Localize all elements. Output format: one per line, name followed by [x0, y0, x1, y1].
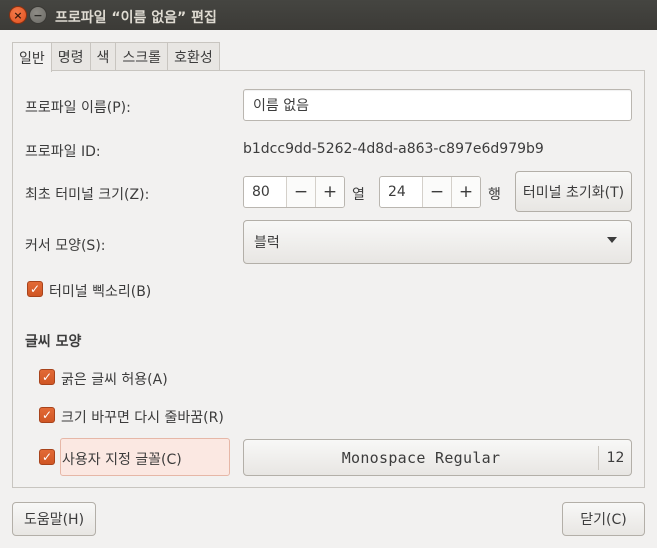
text-appearance-heading: 글씨 모양 [25, 334, 82, 350]
columns-unit-label: 열 [352, 187, 365, 203]
font-chooser-button[interactable]: Monospace Regular 12 [243, 439, 632, 476]
rewrap-label[interactable]: 크기 바꾸면 다시 줄바꿈(R) [61, 407, 224, 427]
profile-name-label: 프로파일 이름(P): [25, 100, 131, 116]
rows-value[interactable]: 24 [380, 177, 422, 207]
window-title: 프로파일 “이름 없음” 편집 [55, 10, 217, 26]
allow-bold-label[interactable]: 굵은 글씨 허용(A) [61, 369, 168, 389]
columns-spinbutton[interactable]: 80 − + [243, 176, 345, 208]
tab-compatibility[interactable]: 호환성 [167, 42, 220, 71]
profile-id-value: b1dcc9dd-5262-4d8d-a863-c897e6d979b9 [243, 141, 544, 157]
tab-command[interactable]: 명령 [50, 42, 91, 71]
bell-label[interactable]: 터미널 삑소리(B) [49, 281, 151, 301]
tab-scrolling[interactable]: 스크롤 [115, 42, 169, 71]
custom-font-label[interactable]: 사용자 지정 글꼴(C) [62, 449, 182, 469]
cursor-shape-value: 블럭 [254, 235, 280, 251]
rows-increment-button[interactable]: + [451, 177, 480, 207]
profile-id-label: 프로파일 ID: [25, 144, 101, 160]
cursor-shape-label: 커서 모양(S): [25, 238, 106, 254]
initial-size-label: 최초 터미널 크기(Z): [25, 187, 150, 203]
bell-checkbox[interactable]: ✓ [27, 281, 43, 297]
allow-bold-checkbox[interactable]: ✓ [39, 369, 55, 385]
profile-name-input[interactable]: 이름 없음 [243, 89, 632, 121]
rows-unit-label: 행 [488, 187, 501, 203]
minimize-window-icon[interactable]: − [29, 6, 47, 24]
columns-value[interactable]: 80 [244, 177, 286, 207]
close-window-icon[interactable]: × [9, 6, 27, 24]
cursor-shape-dropdown[interactable]: 블럭 [243, 220, 632, 264]
columns-decrement-button[interactable]: − [286, 177, 315, 207]
tab-bar: 일반 명령 색 스크롤 호환성 [12, 42, 220, 72]
rows-spinbutton[interactable]: 24 − + [379, 176, 481, 208]
tab-general[interactable]: 일반 [12, 42, 52, 72]
reset-size-button[interactable]: 터미널 초기화(T) [515, 171, 632, 212]
font-name: Monospace Regular [341, 449, 501, 467]
custom-font-checkbox[interactable]: ✓ [39, 449, 55, 465]
columns-increment-button[interactable]: + [315, 177, 344, 207]
rewrap-checkbox[interactable]: ✓ [39, 407, 55, 423]
rows-decrement-button[interactable]: − [422, 177, 451, 207]
close-button[interactable]: 닫기(C) [562, 502, 645, 536]
font-size: 12 [598, 446, 631, 470]
title-bar: × − 프로파일 “이름 없음” 편집 [0, 0, 657, 30]
help-button[interactable]: 도움말(H) [12, 502, 96, 536]
profile-editor-window: × − 프로파일 “이름 없음” 편집 일반 명령 색 스크롤 호환성 프로파일… [0, 0, 657, 548]
dropdown-arrow-icon [607, 237, 617, 243]
tab-colors[interactable]: 색 [89, 42, 117, 71]
